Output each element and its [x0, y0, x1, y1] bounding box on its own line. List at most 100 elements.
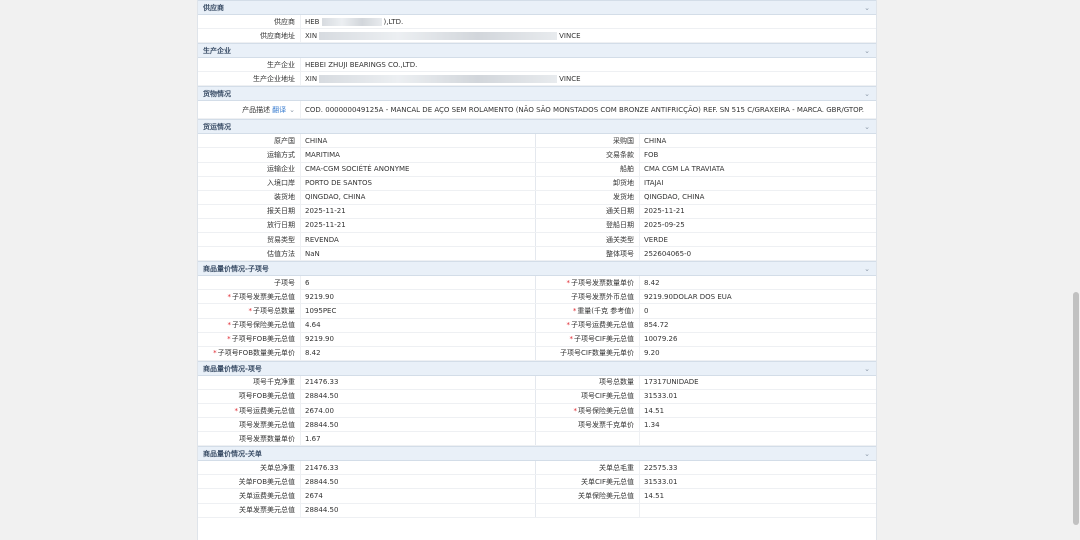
- table-row: 生产企业地址 XIN VINCE: [198, 72, 876, 87]
- field-label-text: 装货地: [274, 193, 295, 202]
- field-label-text: 入境口岸: [267, 179, 295, 188]
- page-scrollbar[interactable]: [1072, 0, 1080, 540]
- section-header-subitem[interactable]: 商品量价情况-子项号 ⌄: [198, 261, 876, 277]
- chevron-down-icon[interactable]: ⌄: [864, 44, 870, 59]
- section-header-producer[interactable]: 生产企业 ⌄: [198, 43, 876, 59]
- field-label: [536, 504, 639, 517]
- chevron-down-icon[interactable]: ⌄: [864, 447, 870, 462]
- field-value: 28844.50: [300, 389, 536, 403]
- field-value: 2025-11-21: [300, 204, 536, 218]
- transport-rows: 原产国 CHINA 采购国 CHINA 运输方式 MARITIMA 交易条款 FOB 运输企业 C…: [198, 134, 876, 262]
- field-label: 关单运费美元总值: [198, 489, 300, 502]
- field-label: 项号发票数量单价: [198, 432, 300, 445]
- table-row: 估值方法 NaN 整体项号 252604065-0: [198, 247, 876, 262]
- chevron-down-icon[interactable]: ⌄: [864, 87, 870, 102]
- field-label: 关单CIF美元总值: [536, 475, 639, 488]
- required-mark: *: [566, 278, 571, 287]
- section-header-goods[interactable]: 货物情况 ⌄: [198, 86, 876, 102]
- field-label: 关单FOB美元总值: [198, 475, 300, 488]
- scrollbar-thumb[interactable]: [1073, 292, 1079, 525]
- field-label: 子项号: [198, 276, 300, 289]
- field-value: 8.42: [300, 346, 536, 360]
- field-label: 供应商地址: [260, 31, 295, 40]
- field-label: 生产企业地址: [253, 74, 295, 83]
- field-label-text: 子项号: [274, 278, 295, 287]
- table-row: * 子项号总数量 1095PEC * 重量(千克 参考值) 0: [198, 304, 876, 319]
- field-label-text: 子项号发票数量单价: [571, 278, 634, 287]
- field-label: 生产企业: [267, 60, 295, 69]
- field-label-text: 运输企业: [267, 165, 295, 174]
- field-label: [536, 432, 639, 445]
- table-row: * 子项号保险美元总值 4.64 * 子项号运费美元总值 854.72: [198, 318, 876, 333]
- field-value: FOB: [639, 148, 876, 162]
- translate-dropdown-icon[interactable]: ⌄: [289, 106, 295, 114]
- field-label: * 子项号FOB数量美元单价: [198, 347, 300, 360]
- table-row: 关单总净重 21476.33 关单总毛重 22575.33: [198, 461, 876, 476]
- table-row: 项号发票美元总值 28844.50 项号发票千克单价 1.34: [198, 418, 876, 433]
- field-label-text: 估值方法: [267, 249, 295, 258]
- table-row: 贸易类型 REVENDA 通关类型 VERDE: [198, 233, 876, 248]
- field-label: * 子项号保险美元总值: [198, 319, 300, 332]
- required-mark: *: [572, 306, 577, 315]
- field-value: 2025-11-21: [639, 204, 876, 218]
- redacted-blur: [319, 74, 558, 83]
- section-title: 商品量价情况-项号: [203, 364, 262, 373]
- field-value: 1095PEC: [300, 304, 536, 318]
- field-value: 8.42: [639, 276, 876, 290]
- field-value: 4.64: [300, 318, 536, 332]
- table-row: 关单发票美元总值 28844.50: [198, 503, 876, 518]
- section-header-supplier[interactable]: 供应商 ⌄: [198, 0, 876, 15]
- field-label-text: 原产国: [274, 136, 295, 145]
- field-value: VERDE: [639, 233, 876, 247]
- field-label-text: 项号发票千克单价: [578, 420, 634, 429]
- table-row: 关单FOB美元总值 28844.50 关单CIF美元总值 31533.01: [198, 475, 876, 490]
- field-label-text: 子项号运费美元总值: [571, 321, 634, 330]
- field-label-text: 子项号FOB美元总值: [231, 335, 295, 344]
- field-label-text: 项号总数量: [599, 378, 634, 387]
- field-label-text: 子项号保险美元总值: [232, 321, 295, 330]
- field-label-text: 通关类型: [606, 235, 634, 244]
- field-value: XIN VINCE: [300, 29, 876, 43]
- field-value: CMA-CGM SOCIÉTÉ ANONYME: [300, 162, 536, 176]
- section-title: 商品量价情况-子项号: [203, 265, 269, 274]
- field-value: PORTO DE SANTOS: [300, 176, 536, 190]
- required-mark: *: [248, 306, 253, 315]
- field-label-text: 关单总净重: [260, 463, 295, 472]
- table-row: 项号千克净重 21476.33 项号总数量 17317UNIDADE: [198, 375, 876, 390]
- field-label-text: 整体项号: [606, 249, 634, 258]
- table-row: * 子项号发票美元总值 9219.90 子项号发票外币总值 9219.90DOLAR D…: [198, 290, 876, 305]
- field-label-text: 子项号发票外币总值: [571, 292, 634, 301]
- field-label: * 子项号CIF美元总值: [536, 333, 639, 346]
- supplier-address-end: VINCE: [559, 31, 581, 40]
- chevron-down-icon[interactable]: ⌄: [864, 262, 870, 277]
- translate-link[interactable]: 翻译: [272, 105, 286, 115]
- field-value: 9219.90DOLAR DOS EUA: [639, 290, 876, 304]
- table-row: * 子项号FOB数量美元单价 8.42 子项号CIF数量美元单价 9.20: [198, 346, 876, 361]
- chevron-down-icon[interactable]: ⌄: [864, 362, 870, 377]
- field-value: 10079.26: [639, 332, 876, 346]
- section-header-item[interactable]: 商品量价情况-项号 ⌄: [198, 360, 876, 377]
- field-label-text: 交易条款: [606, 151, 634, 160]
- field-label-text: 子项号发票美元总值: [232, 292, 295, 301]
- field-label-text: 重量(千克 参考值): [577, 306, 634, 315]
- table-row: 报关日期 2025-11-21 通关日期 2025-11-21: [198, 204, 876, 219]
- section-header-transport[interactable]: 货运情况 ⌄: [198, 119, 876, 135]
- field-value: 14.51: [639, 489, 876, 503]
- supplier-name-start: HEB: [305, 17, 320, 26]
- field-value: 21476.33: [300, 461, 536, 475]
- field-label: 运输方式: [198, 148, 300, 161]
- field-value: 6: [300, 276, 536, 290]
- field-label: * 子项号总数量: [198, 304, 300, 317]
- field-label-text: 关单运费美元总值: [239, 491, 295, 500]
- required-mark: *: [573, 406, 578, 415]
- field-label-text: 卸货地: [613, 179, 634, 188]
- field-label: 装货地: [198, 191, 300, 204]
- field-label: 贸易类型: [198, 233, 300, 246]
- chevron-down-icon[interactable]: ⌄: [864, 1, 870, 16]
- table-row: 入境口岸 PORTO DE SANTOS 卸货地 ITAJAI: [198, 176, 876, 191]
- required-mark: *: [227, 335, 231, 344]
- field-value: NaN: [300, 247, 536, 261]
- section-title: 生产企业: [203, 47, 231, 56]
- chevron-down-icon[interactable]: ⌄: [864, 120, 870, 135]
- section-header-customs[interactable]: 商品量价情况-关单 ⌄: [198, 446, 876, 462]
